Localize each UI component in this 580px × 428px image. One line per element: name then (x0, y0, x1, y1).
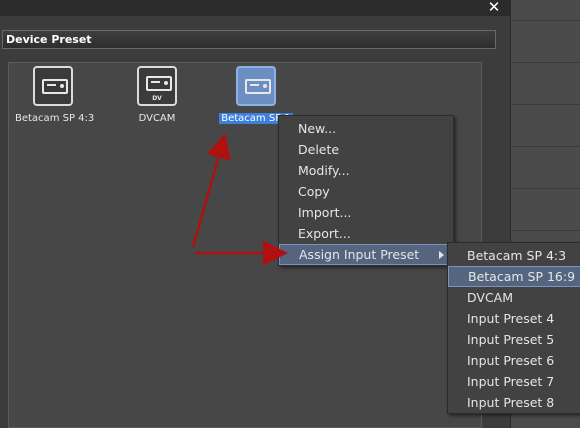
annotation-arrows (191, 133, 288, 266)
annotation-arrow-up (191, 133, 231, 248)
